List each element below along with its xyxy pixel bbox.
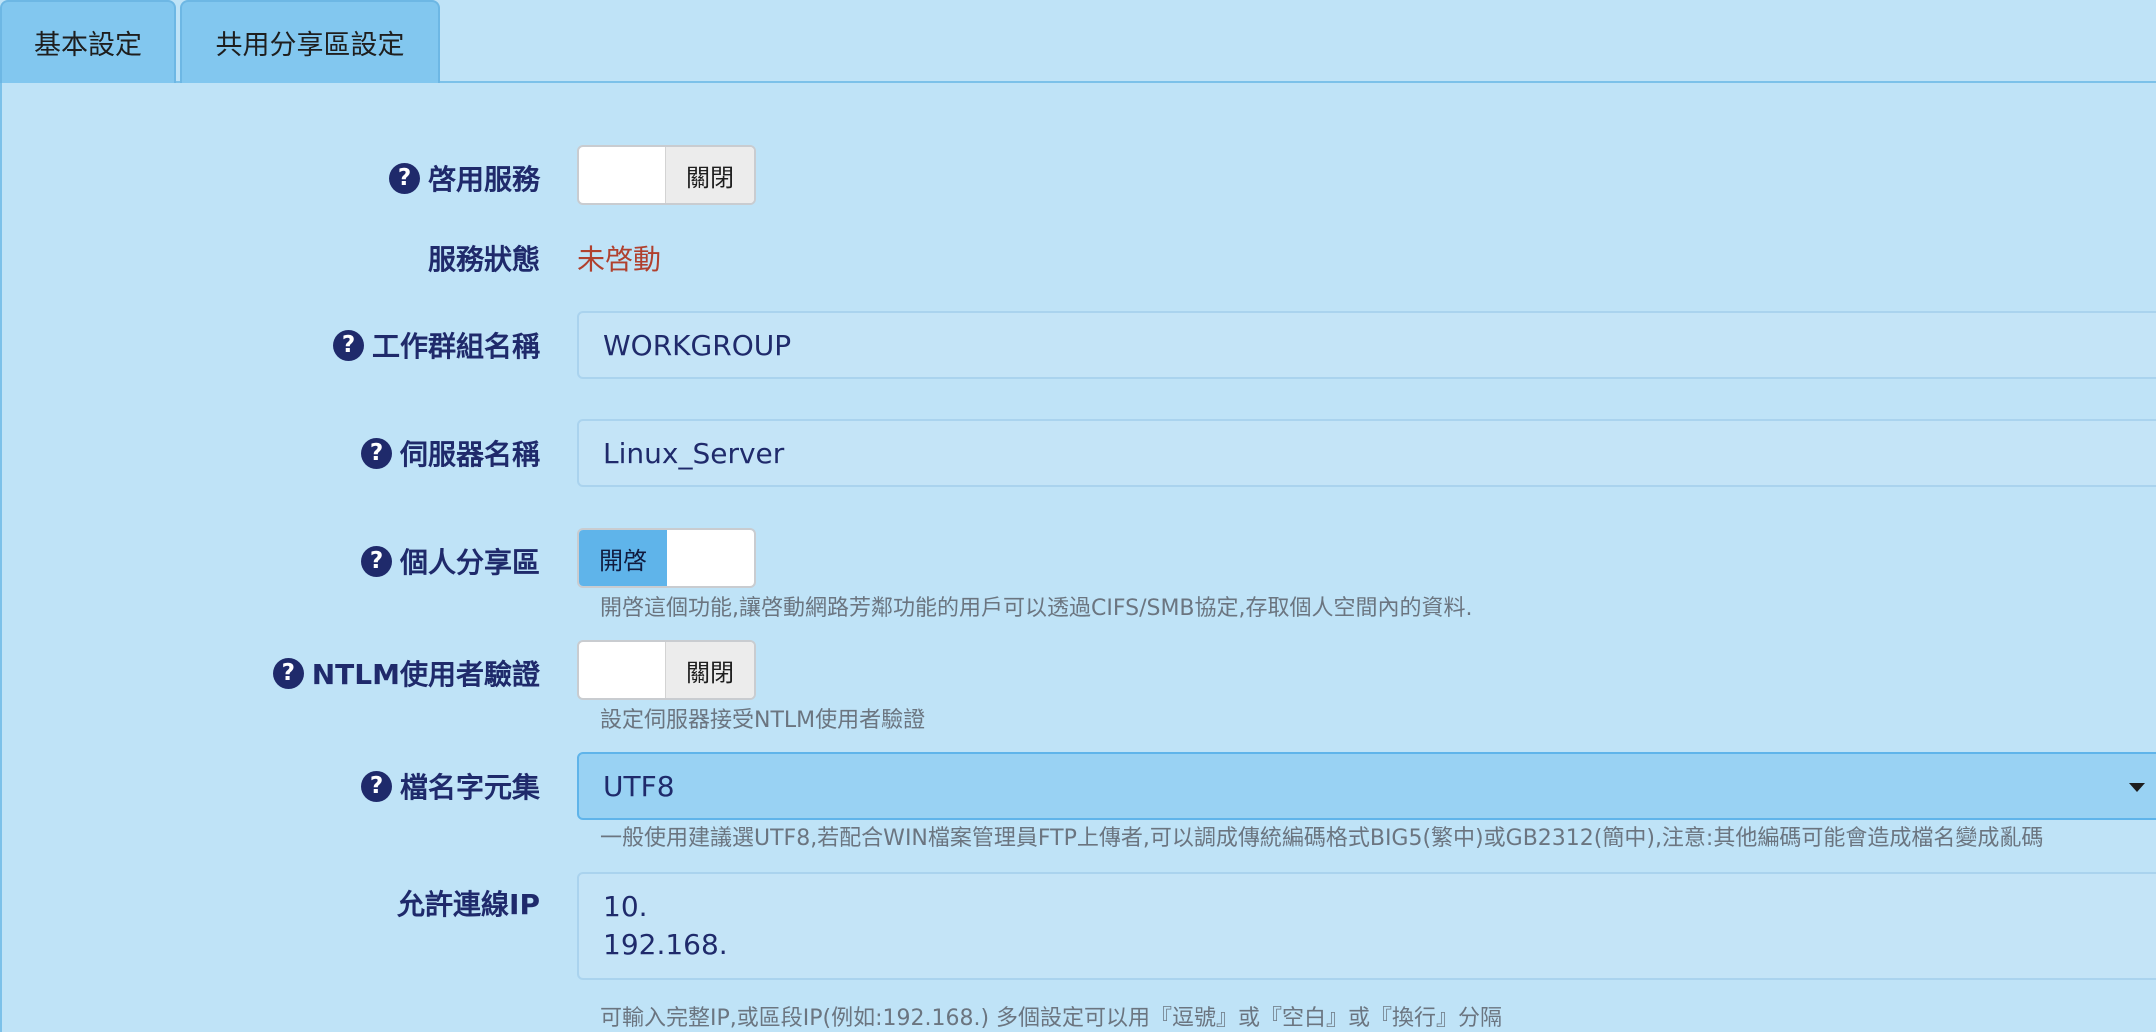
personal-share-label-text: 個人分享區	[399, 546, 540, 579]
allowed-ip-textarea[interactable]: 10. 192.168.	[577, 872, 2156, 980]
charset-select-value: UTF8	[603, 769, 675, 803]
caret-down-icon	[2129, 783, 2145, 792]
ntlm-auth-toggle-text: 關閉	[665, 642, 754, 698]
allowed-ip-label: 允許連線IP	[397, 883, 540, 923]
charset-hint: 一般使用建議選UTF8,若配合WIN檔案管理員FTP上傳者,可以調成傳統編碼格式…	[600, 826, 2044, 851]
question-circle-icon[interactable]: ?	[360, 545, 392, 577]
question-circle-icon[interactable]: ?	[272, 657, 304, 689]
ntlm-auth-hint: 設定伺服器接受NTLM使用者驗證	[600, 708, 926, 733]
workgroup-input[interactable]: WORKGROUP	[577, 311, 2156, 379]
charset-label: ? 檔名字元集	[360, 766, 540, 806]
ntlm-auth-toggle[interactable]: 關閉	[577, 640, 756, 700]
enable-service-toggle-text: 關閉	[665, 147, 754, 203]
enable-service-label-text: 啓用服務	[427, 163, 540, 196]
personal-share-toggle-text: 開啓	[579, 530, 667, 586]
enable-service-label: ? 啓用服務	[388, 158, 540, 198]
workgroup-label-text: 工作群組名稱	[371, 330, 540, 363]
settings-panel: ? 啓用服務 關閉 服務狀態 未啓動 ? 工作群組名稱 WORKGROUP ? …	[0, 83, 2156, 1032]
tab-basic-settings[interactable]: 基本設定	[0, 0, 176, 83]
service-status-value: 未啓動	[577, 243, 662, 276]
charset-select[interactable]: UTF8	[577, 752, 2156, 820]
question-circle-icon[interactable]: ?	[360, 770, 392, 802]
personal-share-toggle[interactable]: 開啓	[577, 528, 756, 588]
question-circle-icon[interactable]: ?	[360, 437, 392, 469]
tab-bar: 基本設定 共用分享區設定	[0, 0, 2156, 83]
workgroup-label: ? 工作群組名稱	[332, 325, 540, 365]
service-status-label: 服務狀態	[428, 238, 540, 278]
personal-share-label: ? 個人分享區	[360, 541, 540, 581]
allowed-ip-hint: 可輸入完整IP,或區段IP(例如:192.168.) 多個設定可以用『逗號』或『…	[600, 1006, 1503, 1031]
workgroup-input-value: WORKGROUP	[603, 328, 792, 362]
allowed-ip-line: 10.	[603, 890, 648, 923]
ntlm-auth-label: ? NTLM使用者驗證	[272, 653, 540, 693]
ntlm-auth-label-text: NTLM使用者驗證	[311, 658, 540, 691]
enable-service-toggle[interactable]: 關閉	[577, 145, 756, 205]
server-name-label-text: 伺服器名稱	[399, 438, 540, 471]
service-status-label-text: 服務狀態	[427, 243, 540, 276]
personal-share-hint: 開啓這個功能,讓啓動網路芳鄰功能的用戶可以透過CIFS/SMB協定,存取個人空間…	[600, 596, 1473, 621]
allowed-ip-label-text: 允許連線IP	[397, 888, 540, 921]
question-circle-icon[interactable]: ?	[388, 162, 420, 194]
allowed-ip-line: 192.168.	[603, 928, 728, 961]
samba-settings-page: 基本設定 共用分享區設定 ? 啓用服務 關閉 服務狀態 未啓動 ? 工作群組名稱…	[0, 0, 2156, 1032]
tab-share-settings[interactable]: 共用分享區設定	[180, 0, 440, 83]
question-circle-icon[interactable]: ?	[332, 329, 364, 361]
server-name-input-value: Linux_Server	[603, 436, 785, 470]
server-name-label: ? 伺服器名稱	[360, 433, 540, 473]
server-name-input[interactable]: Linux_Server	[577, 419, 2156, 487]
charset-label-text: 檔名字元集	[399, 771, 540, 804]
